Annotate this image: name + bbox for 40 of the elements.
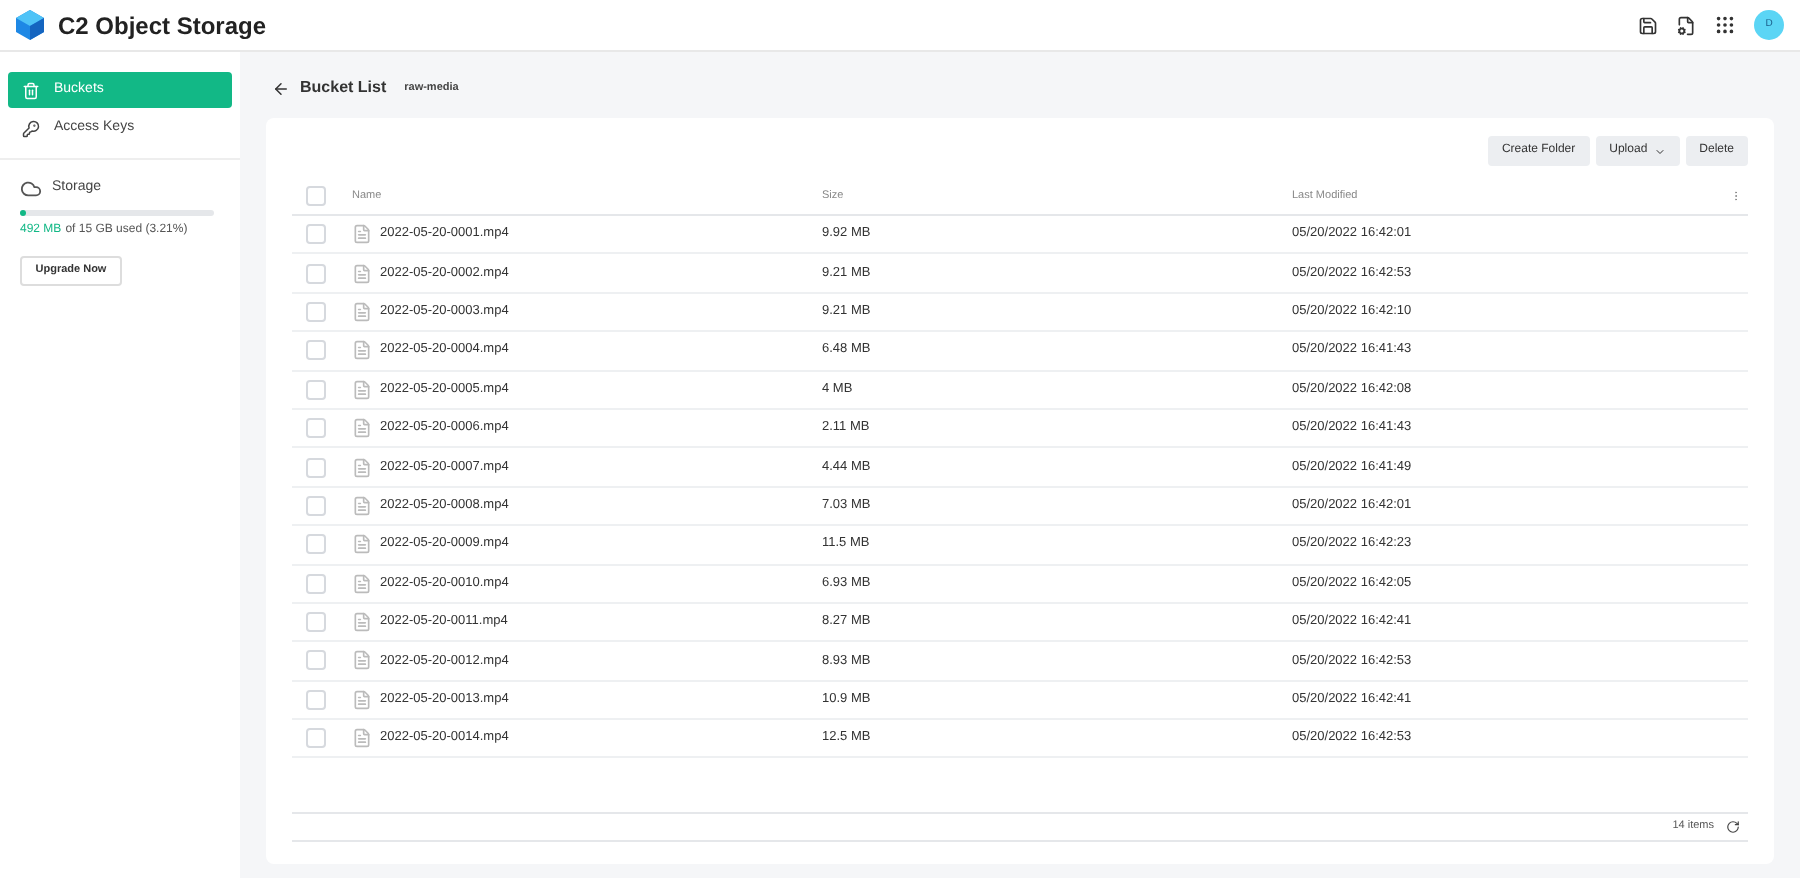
- checkbox[interactable]: [306, 224, 326, 245]
- back-arrow-icon[interactable]: [272, 79, 290, 97]
- checkbox[interactable]: [306, 186, 326, 206]
- file-icon: [352, 650, 372, 671]
- cube-logo-icon: [16, 10, 44, 40]
- key-icon: [22, 119, 40, 137]
- back-link[interactable]: Bucket List: [300, 76, 387, 100]
- checkbox[interactable]: [306, 534, 326, 555]
- file-icon: [352, 534, 372, 555]
- checkbox[interactable]: [306, 495, 326, 516]
- checkbox[interactable]: [306, 263, 326, 284]
- cloud-icon: [20, 178, 42, 200]
- file-icon: [352, 612, 372, 633]
- file-icon: [352, 457, 372, 478]
- file-icon: [352, 728, 372, 749]
- file-icon: [352, 379, 372, 400]
- file-icon: [352, 418, 372, 439]
- file-icon: [352, 263, 372, 284]
- checkbox[interactable]: [306, 457, 326, 478]
- checkbox[interactable]: [306, 650, 326, 671]
- app-title: C2 Object Storage: [58, 9, 267, 43]
- apps-grid-icon[interactable]: [1714, 14, 1736, 36]
- file-icon: [352, 340, 372, 361]
- checkbox[interactable]: [306, 379, 326, 400]
- save-icon[interactable]: [1638, 15, 1658, 35]
- checkbox[interactable]: [306, 418, 326, 439]
- checkbox[interactable]: [306, 728, 326, 749]
- checkbox[interactable]: [306, 301, 326, 322]
- checkbox[interactable]: [306, 689, 326, 710]
- checkbox[interactable]: [306, 573, 326, 594]
- refresh-icon[interactable]: [1726, 820, 1740, 834]
- file-icon: [352, 301, 372, 322]
- file-icon: [352, 689, 372, 710]
- file-icon: [352, 495, 372, 516]
- file-icon: [352, 224, 372, 245]
- checkbox[interactable]: [306, 612, 326, 633]
- file-settings-icon[interactable]: [1676, 15, 1696, 35]
- checkbox[interactable]: [306, 340, 326, 361]
- caret-icon: [1653, 145, 1666, 157]
- file-icon: [352, 573, 372, 594]
